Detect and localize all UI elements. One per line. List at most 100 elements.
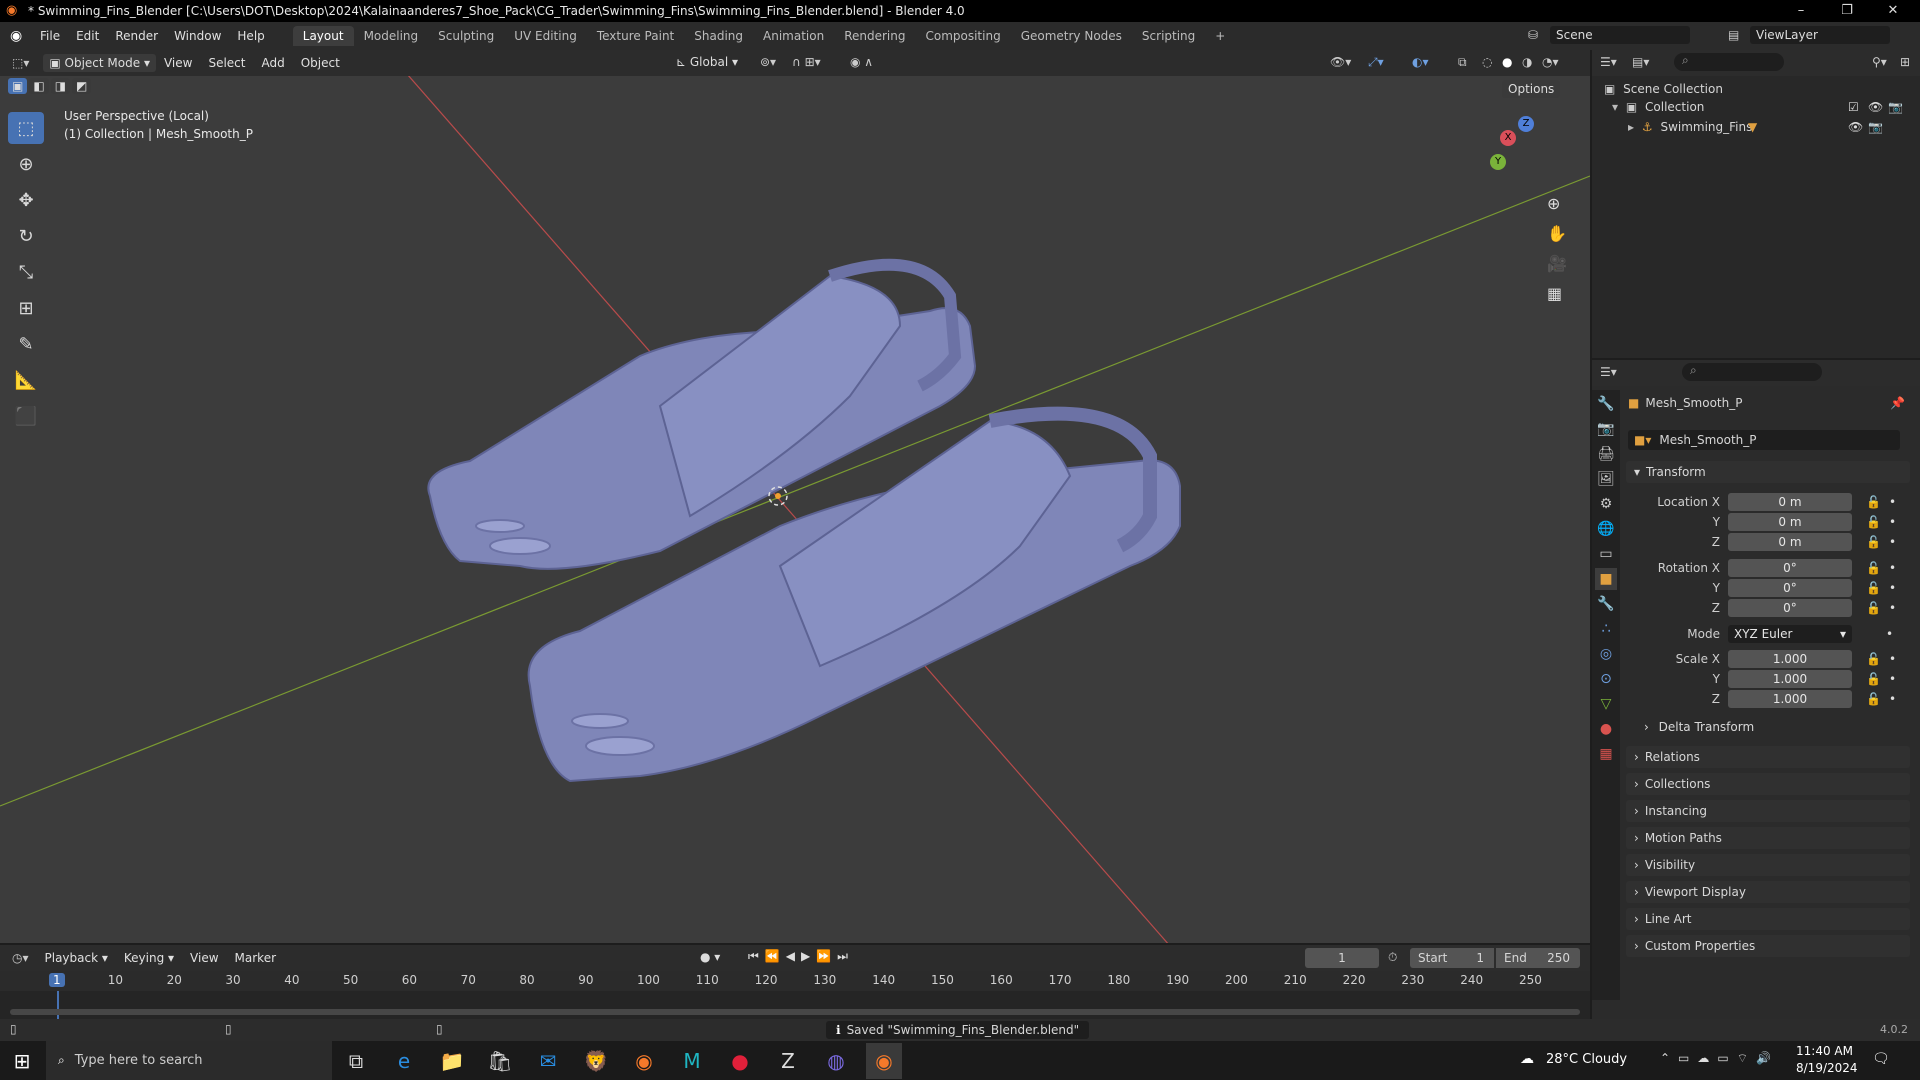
- menu-help[interactable]: Help: [229, 29, 272, 43]
- keyframe-dot-icon[interactable]: •: [1889, 652, 1896, 666]
- delta-transform-subpanel[interactable]: › Delta Transform: [1644, 720, 1754, 734]
- discord-icon[interactable]: ◍: [818, 1043, 854, 1079]
- pin-icon[interactable]: 📌: [1890, 396, 1905, 410]
- end-frame-field[interactable]: End 250: [1496, 948, 1580, 968]
- keyframe-dot-icon[interactable]: •: [1889, 672, 1896, 686]
- outliner-search-icon[interactable]: ⌕: [1674, 53, 1784, 71]
- outliner-row-collection[interactable]: ▾ ▣ Collection ☑ 👁 📷: [1612, 100, 1912, 114]
- rotation-y-field[interactable]: 0°: [1728, 579, 1852, 597]
- rotation-x-field[interactable]: 0°: [1728, 559, 1852, 577]
- blender-menu-icon[interactable]: ◉: [10, 28, 32, 44]
- pan-hand-icon[interactable]: ✋: [1547, 224, 1567, 243]
- output-tab-icon[interactable]: 🖨: [1595, 443, 1617, 465]
- keyframe-dot-icon[interactable]: •: [1889, 495, 1896, 509]
- file-explorer-icon[interactable]: 📁: [434, 1043, 470, 1079]
- rotation-mode-select[interactable]: XYZ Euler ▾: [1728, 625, 1852, 643]
- tab-compositing[interactable]: Compositing: [915, 26, 1010, 46]
- material-shading-icon[interactable]: ◑: [1522, 55, 1532, 69]
- constraints-tab-icon[interactable]: ⊙: [1595, 668, 1617, 690]
- pivot-icon[interactable]: ⊚▾: [760, 55, 776, 69]
- mail-icon[interactable]: ✉: [530, 1043, 566, 1079]
- xray-icon[interactable]: ⧉: [1458, 55, 1467, 70]
- texture-tab-icon[interactable]: ▦: [1595, 743, 1617, 765]
- clock-icon[interactable]: ⏱: [1388, 950, 1397, 965]
- blender-active-icon[interactable]: ◉: [866, 1042, 902, 1079]
- render-tab-icon[interactable]: 📷: [1595, 418, 1617, 440]
- outliner-row-scene-collection[interactable]: ▣ Scene Collection: [1604, 82, 1723, 96]
- measure-icon[interactable]: 📐: [8, 364, 44, 396]
- outliner-row-object[interactable]: ▸ ⚓ Swimming_Fins ▼ 👁 📷: [1628, 120, 1912, 134]
- modifier-tab-icon[interactable]: 🔧: [1595, 593, 1617, 615]
- timeline-editor-icon[interactable]: ◷▾: [12, 951, 29, 965]
- tab-texture-paint[interactable]: Texture Paint: [587, 26, 684, 46]
- menu-playback[interactable]: Playback ▾: [37, 951, 116, 965]
- timeline-scrollbar[interactable]: [10, 1009, 1580, 1015]
- menu-edit[interactable]: Edit: [68, 29, 107, 43]
- lock-icon[interactable]: 🔓: [1866, 561, 1881, 575]
- timeline[interactable]: 1 10 20 30 40 50 60 70 80 90 100 110 120 130 140 150 160…: [0, 971, 1590, 1019]
- minimize-button[interactable]: –: [1778, 0, 1824, 22]
- select-extend-icon[interactable]: ◧: [29, 78, 49, 94]
- select-invert-icon[interactable]: ◩: [72, 78, 92, 94]
- properties-editor-icon[interactable]: ☰▾: [1600, 365, 1617, 379]
- proportional-edit-icon[interactable]: ◉ ∧: [850, 55, 873, 69]
- world-tab-icon[interactable]: 🌐: [1595, 518, 1617, 540]
- properties-search-icon[interactable]: ⌕: [1682, 363, 1822, 381]
- taskbar-search-box[interactable]: ⌕ Type here to search: [46, 1041, 332, 1080]
- overlay-icon[interactable]: ◐▾: [1412, 55, 1429, 69]
- location-x-field[interactable]: 0 m: [1728, 493, 1852, 511]
- tab-geometry-nodes[interactable]: Geometry Nodes: [1011, 26, 1132, 46]
- clock-time[interactable]: 11:40 AM: [1796, 1044, 1853, 1058]
- keyframe-dot-icon[interactable]: •: [1889, 535, 1896, 549]
- keyframe-dot-icon[interactable]: •: [1886, 627, 1893, 641]
- snap-icon[interactable]: ∩ ⊞▾: [792, 55, 821, 69]
- maya-icon[interactable]: M: [674, 1043, 710, 1079]
- outliner-editor-icon[interactable]: ☰▾: [1600, 55, 1617, 69]
- scale-x-field[interactable]: 1.000: [1728, 650, 1852, 668]
- line-art-panel-header[interactable]: › Line Art: [1626, 908, 1910, 930]
- display-mode-icon[interactable]: ▤▾: [1632, 55, 1649, 69]
- menu-add[interactable]: Add: [253, 56, 292, 70]
- lock-icon[interactable]: 🔓: [1866, 535, 1881, 549]
- cursor-icon[interactable]: ⊕: [8, 148, 44, 180]
- material-tab-icon[interactable]: ●: [1595, 718, 1617, 740]
- data-tab-icon[interactable]: ▽: [1595, 693, 1617, 715]
- expand-icon[interactable]: ▸: [1628, 120, 1634, 134]
- camera-icon[interactable]: 📷: [1888, 100, 1903, 114]
- object-data-field[interactable]: ■▾ Mesh_Smooth_P: [1628, 430, 1900, 450]
- lock-icon[interactable]: 🔓: [1866, 672, 1881, 686]
- menu-marker[interactable]: Marker: [227, 951, 284, 965]
- tab-shading[interactable]: Shading: [684, 26, 753, 46]
- menu-render[interactable]: Render: [107, 29, 166, 43]
- view-layer-tab-icon[interactable]: 🖼: [1595, 468, 1617, 490]
- location-z-field[interactable]: 0 m: [1728, 533, 1852, 551]
- task-view-icon[interactable]: ⧉: [338, 1043, 374, 1079]
- lock-icon[interactable]: 🔓: [1866, 495, 1881, 509]
- tab-rendering[interactable]: Rendering: [834, 26, 915, 46]
- collections-panel-header[interactable]: › Collections: [1626, 773, 1910, 795]
- red-app-icon[interactable]: ●: [722, 1043, 758, 1079]
- weather-cloud-icon[interactable]: ☁: [1520, 1051, 1534, 1067]
- lock-icon[interactable]: 🔓: [1866, 601, 1881, 615]
- lock-icon[interactable]: 🔓: [1866, 692, 1881, 706]
- collection-tab-icon[interactable]: ▭: [1595, 543, 1617, 565]
- add-cube-icon[interactable]: ⬛: [8, 400, 44, 432]
- scale-y-field[interactable]: 1.000: [1728, 670, 1852, 688]
- keyframe-dot-icon[interactable]: •: [1889, 692, 1896, 706]
- physics-tab-icon[interactable]: ◎: [1595, 643, 1617, 665]
- move-icon[interactable]: ✥: [8, 184, 44, 216]
- menu-select[interactable]: Select: [200, 56, 253, 70]
- transform-icon[interactable]: ⊞: [8, 292, 44, 324]
- gizmo-icon[interactable]: ⤢▾: [1368, 55, 1384, 70]
- mode-selector[interactable]: ▣ Object Mode ▾: [43, 54, 156, 72]
- rotate-icon[interactable]: ↻: [8, 220, 44, 252]
- menu-object[interactable]: Object: [293, 56, 348, 70]
- brave-browser-icon[interactable]: 🦁: [578, 1043, 614, 1079]
- camera-icon[interactable]: 📷: [1868, 120, 1883, 134]
- menu-view[interactable]: View: [156, 56, 200, 70]
- particles-tab-icon[interactable]: ∴: [1595, 618, 1617, 640]
- tab-uv-editing[interactable]: UV Editing: [504, 26, 587, 46]
- viewlayer-selector[interactable]: ViewLayer: [1750, 26, 1890, 44]
- solid-shading-icon[interactable]: ●: [1502, 55, 1512, 69]
- wireframe-shading-icon[interactable]: ◌: [1482, 55, 1492, 69]
